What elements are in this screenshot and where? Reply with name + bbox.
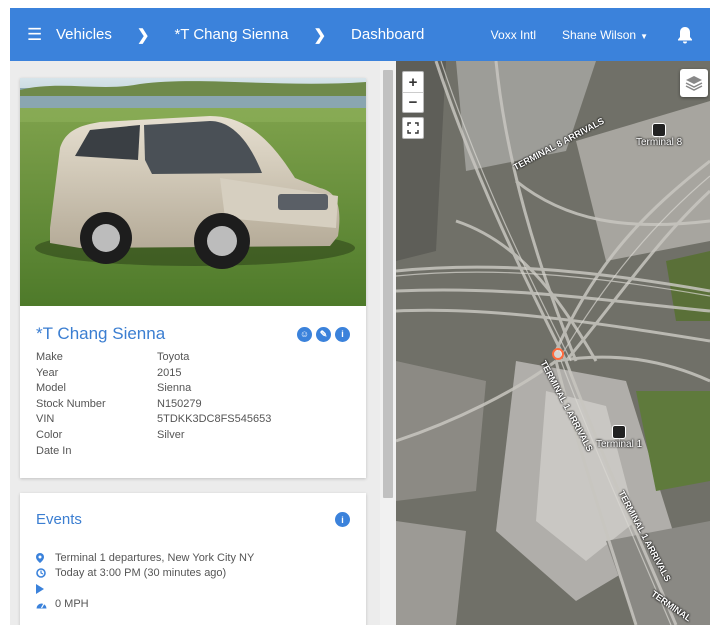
detail-label: Stock Number: [36, 397, 106, 410]
zoom-control: + −: [402, 71, 424, 113]
detail-row-color: Color Silver: [36, 428, 350, 444]
detail-label: Year: [36, 366, 59, 379]
train-icon: [652, 123, 667, 137]
detail-row-make: Make Toyota: [36, 350, 350, 366]
company-selector[interactable]: Voxx Intl: [491, 28, 536, 42]
detail-value: N150279: [157, 397, 202, 410]
clock-icon: [36, 568, 55, 579]
user-menu[interactable]: Shane Wilson ▼: [562, 28, 648, 42]
events-list: Terminal 1 departures, New York City NY …: [20, 550, 366, 612]
map-pin-icon: [36, 552, 55, 563]
terminal-1-marker[interactable]: Terminal 1: [596, 425, 642, 450]
bell-icon[interactable]: [670, 26, 700, 44]
message-icon[interactable]: ☺: [297, 326, 312, 342]
detail-value: 2015: [157, 366, 182, 379]
breadcrumb-dashboard[interactable]: Dashboard: [351, 26, 424, 43]
info-icon[interactable]: i: [335, 326, 350, 342]
events-card: Events i Terminal 1 departures, New York…: [20, 493, 366, 625]
breadcrumb-vehicles[interactable]: Vehicles: [56, 26, 112, 43]
vehicle-card: *T Chang Sienna ☺ ✎ i Make Toyota Year 201…: [20, 78, 366, 478]
terminal-8-label: Terminal 8: [636, 137, 683, 148]
train-icon: [612, 425, 627, 439]
detail-label: Model: [36, 382, 66, 395]
terminal-8-marker[interactable]: Terminal 8: [636, 123, 682, 148]
detail-row-vin: VIN 5TDKK3DC8FS545653: [36, 412, 350, 428]
detail-row-date-in: Date In: [36, 444, 350, 460]
detail-value: Toyota: [157, 351, 190, 363]
breadcrumb-vehicle[interactable]: *T Chang Sienna: [174, 26, 288, 43]
detail-value: 5TDKK3DC8FS545653: [157, 413, 272, 426]
hamburger-icon[interactable]: ☰: [10, 25, 50, 45]
event-location-text: Terminal 1 departures, New York City NY: [55, 551, 255, 564]
vehicle-location-marker[interactable]: [552, 348, 564, 360]
chevron-right-icon: ❯: [313, 26, 327, 44]
chevron-right-icon: ❯: [136, 26, 150, 44]
scrollbar-thumb[interactable]: [383, 70, 393, 498]
layers-icon[interactable]: [680, 69, 708, 97]
detail-label: Date In: [36, 444, 72, 457]
user-name: Shane Wilson: [562, 27, 637, 42]
caret-down-icon: ▼: [640, 31, 648, 41]
event-heading: [36, 581, 350, 597]
detail-row-year: Year 2015: [36, 366, 350, 382]
fullscreen-icon[interactable]: [402, 117, 424, 139]
left-panel: *T Chang Sienna ☺ ✎ i Make Toyota Year 201…: [10, 61, 380, 625]
vehicle-photo: [20, 78, 366, 306]
detail-row-stock-number: Stock Number N150279: [36, 397, 350, 413]
top-nav-bar: ☰ Vehicles ❯ *T Chang Sienna ❯ Dashboard…: [10, 8, 710, 61]
event-speed: 0 MPH: [36, 597, 350, 613]
speedometer-icon: [36, 600, 55, 609]
detail-value: Sienna: [157, 382, 192, 395]
event-speed-text: 0 MPH: [55, 598, 89, 611]
edit-icon[interactable]: ✎: [316, 326, 331, 342]
vehicle-title: *T Chang Sienna: [36, 324, 166, 343]
events-title: Events: [36, 511, 82, 528]
event-time: Today at 3:00 PM (30 minutes ago): [36, 566, 350, 582]
detail-label: Make: [36, 351, 63, 363]
event-time-text: Today at 3:00 PM (30 minutes ago): [55, 567, 227, 580]
zoom-in-button[interactable]: +: [403, 72, 423, 92]
event-location: Terminal 1 departures, New York City NY: [36, 550, 350, 566]
zoom-out-button[interactable]: −: [403, 92, 423, 112]
detail-value: Silver: [157, 428, 185, 441]
play-icon: [36, 583, 55, 594]
vehicle-details: Make Toyota Year 2015 Model Sienna Stock Nu…: [20, 350, 366, 459]
info-icon[interactable]: i: [335, 512, 350, 527]
detail-row-model: Model Sienna: [36, 381, 350, 397]
map-view[interactable]: TERMINAL 8 ARRIVALS TERMINAL 1 ARRIVALS …: [396, 61, 710, 625]
terminal-1-label: Terminal 1: [596, 439, 643, 450]
detail-label: VIN: [36, 413, 55, 426]
detail-label: Color: [36, 428, 63, 441]
